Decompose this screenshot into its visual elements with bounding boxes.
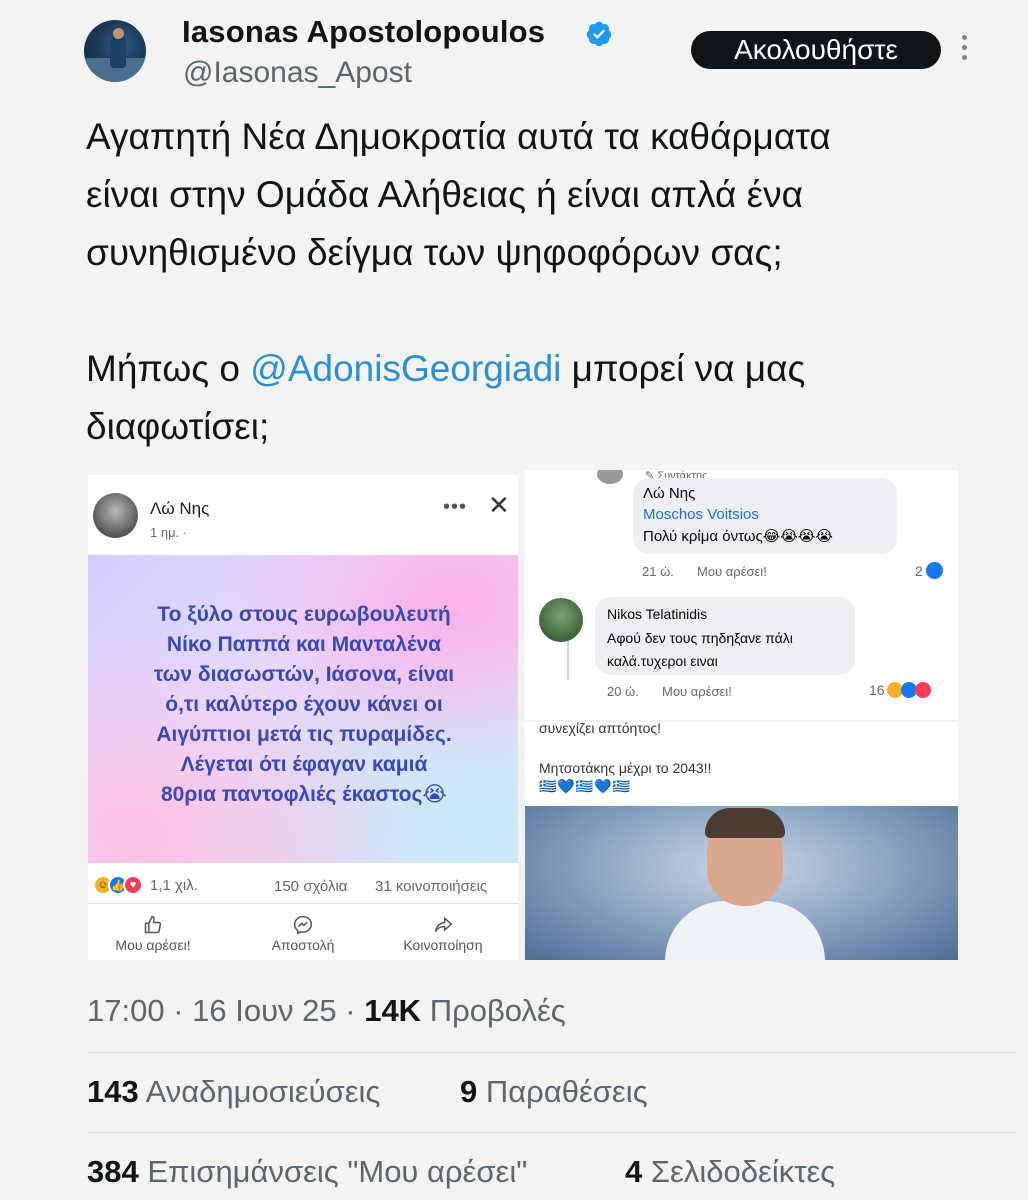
tweet-text-line-3: συνηθισμένο δείγμα των ψηφοφόρων σας; xyxy=(86,232,783,273)
fb-post-line: 80ρια παντοφλιές έκαστος😭 xyxy=(161,783,447,806)
fb-post-text: Το ξύλο στους ευρωβουλευτή Νίκο Παππά κα… xyxy=(104,600,504,810)
portrait-photo xyxy=(525,806,958,960)
fb-post-time: 1 ημ. · xyxy=(150,525,188,540)
comment-author: Nikos Telatinidis xyxy=(607,606,708,622)
commenter-avatar xyxy=(539,598,583,642)
love-icon: ♥ xyxy=(123,875,143,895)
reposts-label: Αναδημοσιεύσεις xyxy=(145,1074,381,1109)
tweet-text-line-5: διαφωτίσει; xyxy=(86,406,270,447)
comment-time: 21 ώ. xyxy=(642,564,674,579)
tweet-text-after-mention: μπορεί να μας xyxy=(561,348,806,389)
fb-reactions-count: 1,1 χιλ. xyxy=(150,877,198,894)
comment-text: Πολύ κρίμα όντως😂😭😭😭 xyxy=(643,528,833,545)
fb-close-icon: ✕ xyxy=(488,490,510,520)
fb-post-line: Αιγύπτιοι μετά τις πυραμίδες. xyxy=(156,723,452,746)
views-count: 14K xyxy=(364,993,422,1028)
fb-post-background: Το ξύλο στους ευρωβουλευτή Νίκο Παππά κα… xyxy=(88,555,518,863)
comment-author: Λώ Νης xyxy=(643,485,696,502)
mention-link[interactable]: @AdonisGeorgiadi xyxy=(250,348,561,389)
fb-post-line: Λέγεται ότι έφαγαν καμιά xyxy=(180,753,428,776)
fb-like-label: Μου αρέσει! xyxy=(115,937,191,953)
tweet-text-line-4: Μήπως ο @AdonisGeorgiadi μπορεί να μας xyxy=(86,340,966,398)
fb-shares-count: 31 κοινοποιήσεις xyxy=(375,878,488,895)
fb-post-line: Το ξύλο στους ευρωβουλευτή xyxy=(157,603,451,626)
share-arrow-icon xyxy=(434,916,453,933)
comment-like-label: Μου αρέσει! xyxy=(697,564,767,579)
fb-like-action: Μου αρέσει! xyxy=(98,915,208,953)
like-icon xyxy=(925,562,943,579)
media-image-photo-post[interactable]: συνεχίζει απτόητος! Μητσοτάκης μέχρι το … xyxy=(525,722,958,960)
fb-reactions-icons: ☺ 👍 ♥ xyxy=(93,875,145,897)
post-text: Μητσοτάκης μέχρι το 2043!! xyxy=(539,760,712,776)
fb-post-line: ό,τι καλύτερο έχουν κάνει οι xyxy=(165,693,443,716)
tweet-text: Αγαπητή Νέα Δημοκρατία αυτά τα καθάρματα… xyxy=(86,108,966,456)
comment-reaction-number: 2 xyxy=(915,562,923,579)
comment-like-label: Μου αρέσει! xyxy=(662,684,732,699)
divider xyxy=(87,1132,1017,1133)
follow-button[interactable]: Ακολουθήστε xyxy=(691,31,941,69)
fb-send-label: Αποστολή xyxy=(271,937,335,953)
fb-more-icon: ••• xyxy=(443,496,468,518)
quotes-stat[interactable]: 9 Παραθέσεις xyxy=(460,1074,648,1110)
tweet-text-line-1: Αγαπητή Νέα Δημοκρατία αυτά τα καθάρματα xyxy=(86,116,831,157)
comment-mention: Moschos Voitsios xyxy=(643,506,759,523)
thumbs-up-icon xyxy=(144,915,162,934)
views-label: Προβολές xyxy=(429,993,566,1028)
commenter-avatar xyxy=(597,470,623,484)
tweet-text-before-mention: Μήπως ο xyxy=(86,348,251,389)
media-image-fb-post[interactable]: Λώ Νης 1 ημ. · ••• ✕ Το ξύλο στους ευρωβ… xyxy=(88,475,518,960)
likes-count: 384 xyxy=(87,1154,139,1189)
comment-text: Αφού δεν τους πηδηξανε πάλι καλά.τυχεροι… xyxy=(607,627,847,673)
fb-author-name: Λώ Νης xyxy=(150,499,210,518)
author-avatar[interactable] xyxy=(84,20,146,82)
tweet-time[interactable]: 17:00 xyxy=(87,993,165,1028)
tweet-meta: 17:00 · 16 Ιουν 25 · 14K Προβολές xyxy=(87,993,566,1028)
author-name[interactable]: Iasonas Apostolopoulos xyxy=(182,14,545,50)
fb-share-label: Κοινοποίηση xyxy=(403,937,483,953)
fb-divider xyxy=(88,903,518,904)
likes-stat[interactable]: 384 Επισημάνσεις "Μου αρέσει" xyxy=(87,1154,527,1190)
fb-send-action: Αποστολή xyxy=(248,915,358,953)
bookmarks-count: 4 xyxy=(625,1154,643,1189)
fb-author-avatar xyxy=(93,493,138,538)
reposts-stat[interactable]: 143 Αναδημοσιεύσεις xyxy=(87,1074,380,1110)
comment-text-line: Αφού δεν τους πηδηξανε πάλι xyxy=(607,630,793,646)
likes-label: Επισημάνσεις "Μου αρέσει" xyxy=(147,1154,528,1189)
bookmarks-stat[interactable]: 4 Σελιδοδείκτες xyxy=(625,1154,835,1190)
tweet-date[interactable]: 16 Ιουν 25 xyxy=(192,993,337,1028)
fb-post-line: των διασωστών, Ιάσονα, είναι xyxy=(153,663,455,686)
comment-reaction-count: 2 xyxy=(915,562,943,579)
comment-time: 20 ώ. xyxy=(607,684,639,699)
quotes-count: 9 xyxy=(460,1074,478,1109)
messenger-icon xyxy=(293,915,313,935)
tweet-text-line-2: είναι στην Ομάδα Αλήθειας ή είναι απλά έ… xyxy=(86,174,804,215)
more-options-icon[interactable] xyxy=(957,35,971,65)
author-handle[interactable]: @Iasonas_Apost xyxy=(183,56,412,90)
verified-badge-icon xyxy=(586,21,612,47)
flag-emojis: 🇬🇷💙🇬🇷💙🇬🇷 xyxy=(539,778,632,794)
divider xyxy=(87,1052,1017,1053)
comment-reaction-number: 16 xyxy=(869,682,885,698)
fb-comments-count: 150 σχόλια xyxy=(274,878,348,895)
fb-share-action: Κοινοποίηση xyxy=(388,915,498,953)
media-image-comments[interactable]: ✎ Συντάκτης Λώ Νης Moschos Voitsios Πολύ… xyxy=(525,470,958,720)
comment-text-line: καλά.τυχεροι ειναι xyxy=(607,653,718,669)
bookmarks-label: Σελιδοδείκτες xyxy=(650,1154,836,1189)
comment-reaction-count: 16 xyxy=(869,682,931,698)
reposts-count: 143 xyxy=(87,1074,139,1109)
quotes-label: Παραθέσεις xyxy=(485,1074,648,1109)
love-icon xyxy=(914,682,931,698)
post-text: συνεχίζει απτόητος! xyxy=(539,722,662,736)
fb-post-line: Νίκο Παππά και Μανταλένα xyxy=(166,633,442,656)
